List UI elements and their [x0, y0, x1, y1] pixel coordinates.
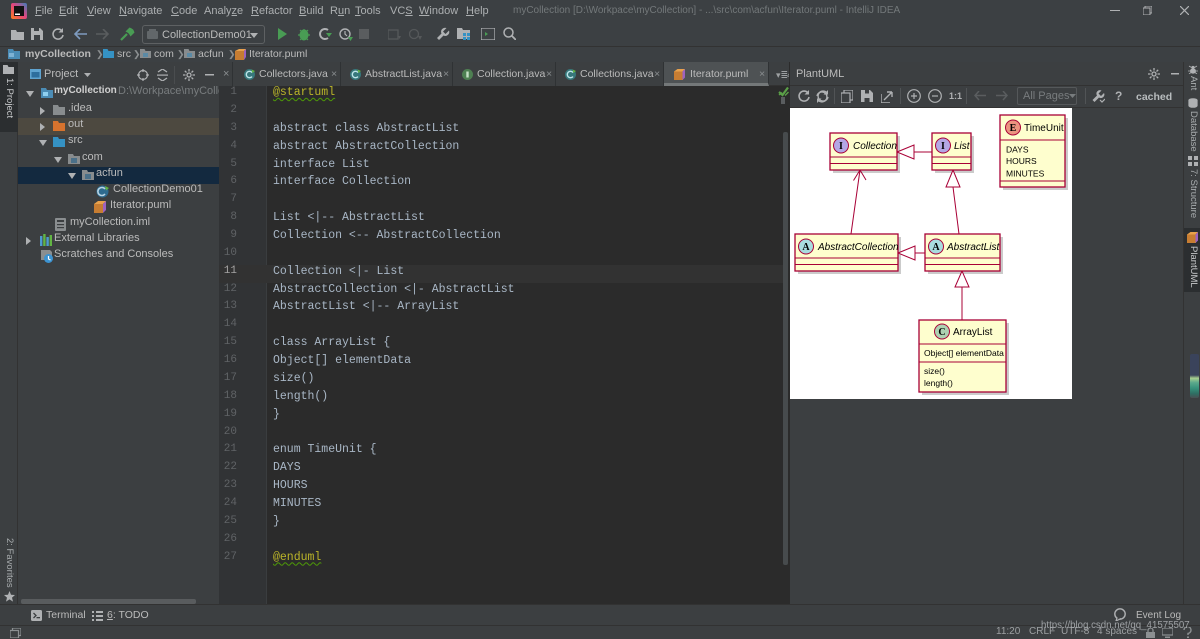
svg-text:C: C: [938, 327, 945, 338]
svg-text:ArrayList: ArrayList: [953, 327, 993, 338]
svg-text:TimeUnit: TimeUnit: [1024, 123, 1064, 134]
svg-text:A: A: [932, 242, 940, 253]
svg-text:I: I: [839, 141, 843, 152]
svg-text:DAYS: DAYS: [1006, 145, 1029, 155]
svg-text:List: List: [954, 141, 971, 152]
svg-text:HOURS: HOURS: [1006, 156, 1037, 166]
svg-text:AbstractList: AbstractList: [946, 242, 1000, 253]
svg-text:I: I: [941, 141, 945, 152]
svg-text:Object[] elementData: Object[] elementData: [924, 348, 1004, 358]
svg-text:length(): length(): [924, 378, 953, 388]
svg-text:MINUTES: MINUTES: [1006, 169, 1045, 179]
svg-text:A: A: [802, 242, 810, 253]
svg-text:Collection: Collection: [853, 141, 897, 152]
svg-text:size(): size(): [924, 366, 945, 376]
svg-text:AbstractCollection: AbstractCollection: [817, 242, 899, 253]
svg-text:E: E: [1010, 123, 1017, 134]
